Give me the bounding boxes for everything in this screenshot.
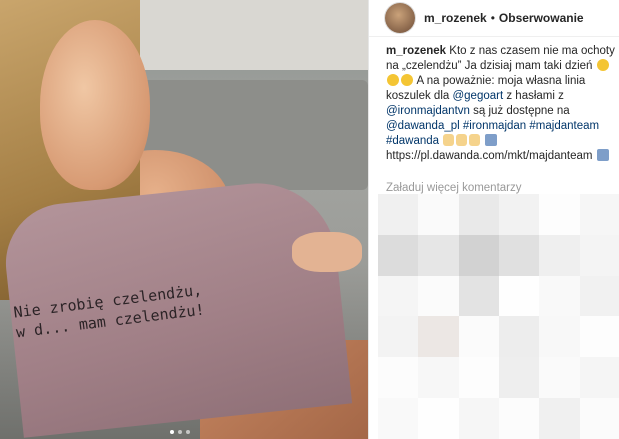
blur-cell [498,275,540,317]
blur-cell [498,398,540,439]
load-more-comments[interactable]: Załaduj więcej komentarzy [386,182,522,194]
hashtag-link[interactable]: #ironmajdan [463,120,526,132]
blur-cell [498,357,540,399]
post-sidebar: m_rozenek • Obserwowanie m_rozenek Kto z… [368,0,619,439]
mention-link[interactable]: @ironmajdantvn [386,105,470,117]
grin-emoji-icon [387,74,399,86]
flexed-biceps-icon [443,134,455,146]
username-link[interactable]: m_rozenek [424,11,487,25]
carousel-dot[interactable] [186,430,190,434]
blur-cell [498,234,540,276]
blur-cell [539,275,580,317]
blur-cell [458,316,499,358]
avatar[interactable] [385,3,415,33]
blur-cell [498,316,540,358]
blur-cell [378,194,419,235]
left-arrow-icon [596,149,609,161]
following-button[interactable]: Obserwowanie [499,11,584,25]
blur-cell [418,357,459,399]
mention-link[interactable]: @gegoart [452,90,503,102]
hashtag-link[interactable]: #majdanteam [529,120,599,132]
hand [292,232,362,272]
blur-cell [579,316,619,358]
blur-cell [539,316,580,358]
grin-emoji-icon [596,59,609,71]
caption-text: z hasłami z [503,90,564,102]
blur-cell [418,398,459,439]
caption-url: https://pl.dawanda.com/mkt/majdanteam [386,150,593,162]
blur-cell [579,234,619,276]
separator-dot: • [490,11,495,25]
blur-cell [539,357,580,399]
blur-cell [539,398,580,439]
post-caption: m_rozenek Kto z nas czasem nie ma ochoty… [386,44,616,164]
blur-cell [378,275,419,317]
blur-cell [378,316,419,358]
blur-cell [378,357,419,399]
blur-cell [579,275,619,317]
blur-cell [579,398,619,439]
blur-cell [458,398,499,439]
right-arrow-icon [485,134,498,146]
caption-text: są już dostępne na [469,105,570,117]
carousel-dot[interactable] [170,430,174,434]
blur-cell [418,316,459,358]
blur-cell [579,357,619,399]
face [40,20,150,190]
hashtag-link[interactable]: #dawanda [386,135,439,147]
caption-username[interactable]: m_rozenek [386,45,446,57]
mention-link[interactable]: @dawanda_pl [386,120,460,132]
blur-cell [458,234,499,276]
blur-cell [539,194,580,235]
carousel-dot[interactable] [178,430,182,434]
blur-cell [418,234,459,276]
post-photo[interactable]: Nie zrobię czelendżu, w d... mam czelend… [0,0,368,439]
flexed-biceps-icon [469,134,481,146]
flexed-biceps-icon [456,134,468,146]
blur-cell [418,275,459,317]
blur-cell [378,398,419,439]
grin-emoji-icon [401,74,413,86]
blur-cell [378,234,419,276]
carousel-indicator [170,430,190,434]
blur-cell [539,234,580,276]
blur-cell [498,194,540,235]
blur-cell [418,194,459,235]
blur-cell [458,194,499,235]
blurred-comments-area [378,194,619,439]
blur-cell [579,194,619,235]
blur-cell [458,357,499,399]
blur-cell [458,275,499,317]
post-header: m_rozenek • Obserwowanie [369,0,619,37]
